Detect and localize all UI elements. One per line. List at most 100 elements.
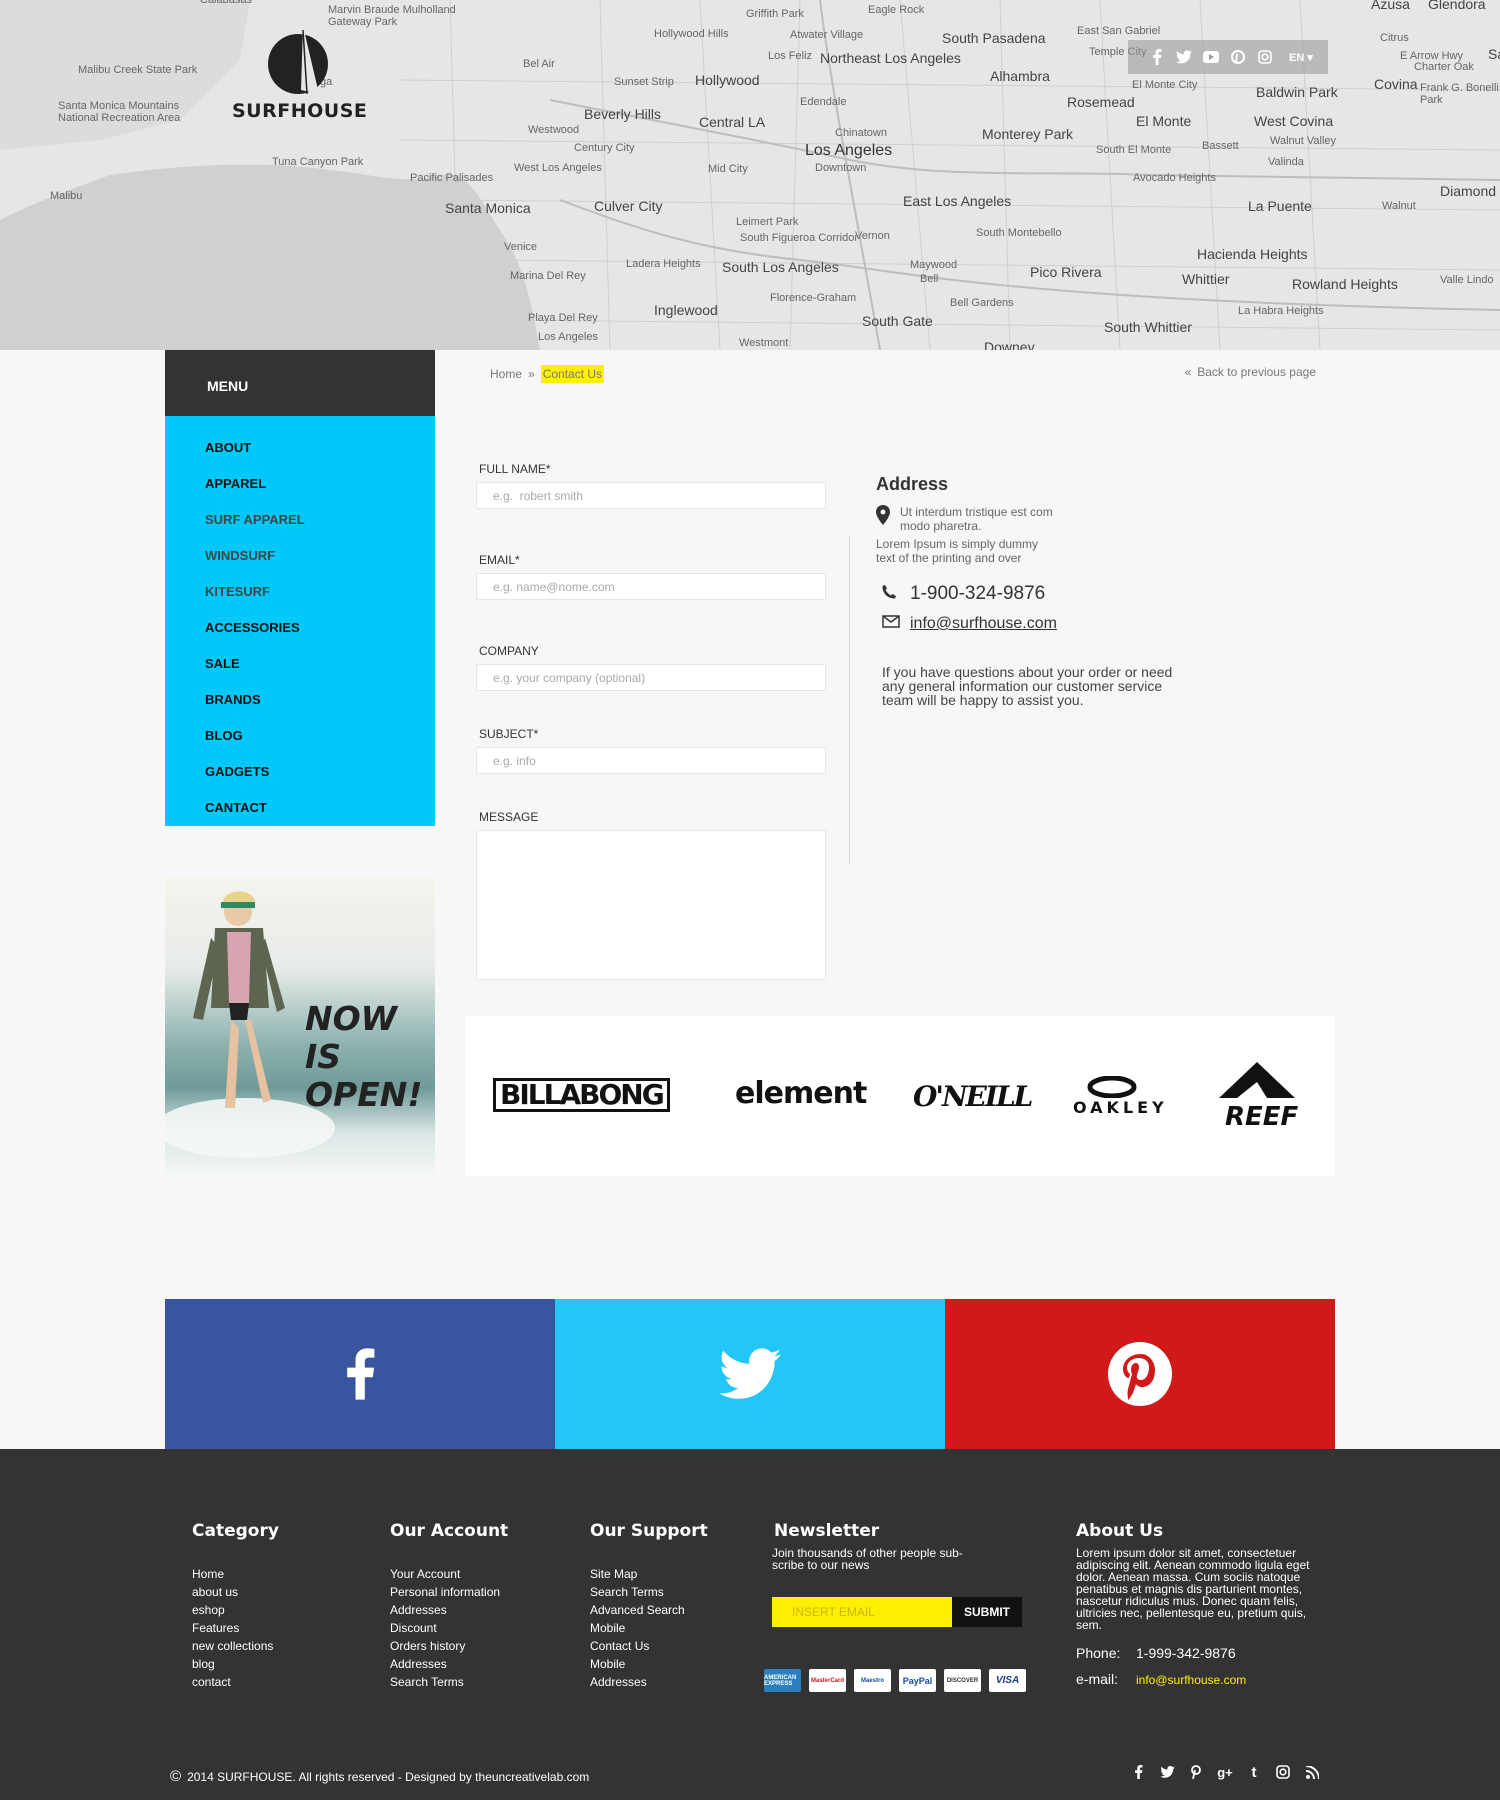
map-label: South Figueroa Corridor [740,232,859,244]
menu-item-sale[interactable]: SALE [165,646,435,682]
language-label: EN [1289,51,1305,64]
tumblr-icon[interactable]: t [1246,1764,1262,1781]
menu-item-surf-apparel[interactable]: SURF APPAREL [165,502,435,538]
map-header[interactable]: Calabasas Marvin Braude Mulholland Gatewa… [0,0,1500,350]
footer-link[interactable]: Your Account [390,1565,508,1583]
email-link[interactable]: info@surfhouse.com [910,615,1057,633]
footer-link[interactable]: Orders history [390,1637,508,1655]
menu-item-accessories[interactable]: ACCESSORIES [165,610,435,646]
footer-link[interactable]: about us [192,1583,279,1601]
menu-item-kitesurf[interactable]: KITESURF [165,574,435,610]
footer-account: Our Account Your Account Personal inform… [390,1521,508,1691]
pinterest-icon[interactable] [1229,48,1247,66]
facebook-icon[interactable] [1148,48,1166,66]
footer-link[interactable]: new collections [192,1637,279,1655]
footer-link[interactable]: Advanced Search [590,1601,708,1619]
breadcrumb-home[interactable]: Home [490,367,522,381]
address-line-1: Ut interdum tristique est com modo phare… [900,505,1053,533]
promo-line-2: IS [305,1037,342,1076]
footer-link[interactable]: Search Terms [390,1673,508,1691]
newsletter-form: SUBMIT [772,1597,1026,1627]
footer-link[interactable]: contact [192,1673,279,1691]
newsletter-submit-button[interactable]: SUBMIT [952,1597,1022,1627]
footer-link[interactable]: Addresses [390,1655,508,1673]
promo-banner[interactable]: NOW IS OPEN! [165,878,435,1178]
map-label: Beverly Hills [584,106,662,122]
logo[interactable]: SURFHOUSE [232,24,367,122]
map-label: Playa Del Rey [528,312,598,324]
envelope-icon [882,615,900,633]
form-divider [849,535,850,865]
menu-item-windsurf[interactable]: WINDSURF [165,538,435,574]
subject-input[interactable] [476,747,826,774]
instagram-icon[interactable] [1256,48,1274,66]
address-line-2: Lorem Ipsum is simply dummy text of the … [876,537,1039,565]
twitter-icon[interactable] [1159,1764,1175,1780]
brand-billabong[interactable]: BILLABONG [493,1078,670,1112]
map-label: La Puente [1248,198,1312,214]
footer-link[interactable]: Search Terms [590,1583,708,1601]
footer-link[interactable]: Features [192,1619,279,1637]
map-label: Glendora [1428,0,1486,12]
map-label: South El Monte [1096,144,1172,156]
footer-link[interactable]: blog [192,1655,279,1673]
map-label: Westwood [528,124,580,136]
map-label: East San Gabriel [1077,25,1161,37]
company-input[interactable] [476,664,826,691]
google-plus-icon[interactable]: g+ [1217,1764,1233,1780]
menu-item-about[interactable]: ABOUT [165,430,435,466]
map-label: Frank G. Bonelli Regional Park [1420,82,1500,106]
twitter-block[interactable] [555,1299,945,1449]
footer-link[interactable]: Addresses [390,1601,508,1619]
contact-form: FULL NAME* EMAIL* COMPANY SUBJECT* MESSA… [476,462,826,980]
footer-link[interactable]: Site Map [590,1565,708,1583]
footer-link[interactable]: Mobile [590,1655,708,1673]
map-label: Eagle Rock [868,4,925,16]
menu-item-blog[interactable]: BLOG [165,718,435,754]
phone-icon [882,584,896,604]
address-title: Address [876,474,949,494]
map-label: Valle Lindo [1440,274,1494,286]
footer-link[interactable]: Mobile [590,1619,708,1637]
footer-link[interactable]: Discount [390,1619,508,1637]
full-name-input[interactable] [476,482,826,509]
brand-reef[interactable]: REEF [1225,1102,1298,1132]
promo-text: NOW IS OPEN! [305,1000,422,1114]
mastercard-icon: MasterCard [809,1669,846,1692]
menu-item-gadgets[interactable]: GADGETS [165,754,435,790]
footer-link[interactable]: eshop [192,1601,279,1619]
message-textarea[interactable] [476,830,826,980]
brand-element[interactable]: element [735,1076,867,1111]
newsletter-email-input[interactable] [772,1597,952,1627]
menu-item-brands[interactable]: BRANDS [165,682,435,718]
youtube-icon[interactable] [1202,48,1220,66]
menu-item-apparel[interactable]: APPAREL [165,466,435,502]
footer-link[interactable]: Contact Us [590,1637,708,1655]
full-name-label: FULL NAME* [479,462,551,476]
footer-link[interactable]: Personal information [390,1583,508,1601]
brand-oakley[interactable]: OAKLEY [1073,1098,1168,1117]
email-input[interactable] [476,573,826,600]
map-label: Marina Del Rey [510,270,586,282]
back-link[interactable]: « Back to previous page [1185,365,1316,379]
maestro-icon: Maestro [854,1669,891,1692]
map-label: Florence-Graham [770,292,857,304]
pinterest-block[interactable] [945,1299,1335,1449]
pinterest-icon[interactable] [1188,1764,1204,1780]
facebook-icon[interactable] [1130,1764,1146,1780]
brand-oneill[interactable]: O'NEILL [913,1080,1033,1113]
address-panel: Address Ut interdum tristique est com mo… [876,474,1196,707]
map-label: Westmont [739,337,789,349]
footer-email-link[interactable]: info@surfhouse.com [1136,1671,1246,1689]
menu-item-cantact[interactable]: CANTACT [165,790,435,826]
twitter-icon[interactable] [1175,48,1193,66]
facebook-block[interactable] [165,1299,555,1449]
rss-icon[interactable] [1304,1764,1320,1780]
brands-strip: BILLABONG element O'NEILL OAKLEY REEF [465,1016,1335,1176]
footer-link[interactable]: Home [192,1565,279,1583]
promo-line-3: OPEN! [305,1075,423,1114]
oakley-ellipse-icon [1087,1076,1137,1098]
language-selector[interactable]: EN ▾ [1289,51,1313,64]
footer-link[interactable]: Addresses [590,1673,708,1691]
instagram-icon[interactable] [1275,1764,1291,1780]
